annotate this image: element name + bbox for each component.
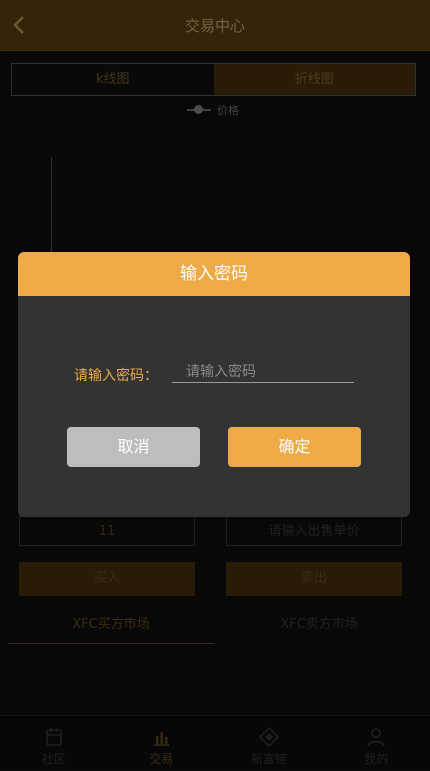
password-dialog: 输入密码 请输入密码： 取消 确定	[18, 252, 410, 517]
password-label: 请输入密码：	[74, 365, 158, 385]
password-input[interactable]	[172, 361, 354, 383]
confirm-button[interactable]: 确定	[228, 427, 361, 467]
cancel-button[interactable]: 取消	[67, 427, 200, 467]
dialog-title: 输入密码	[18, 252, 410, 296]
